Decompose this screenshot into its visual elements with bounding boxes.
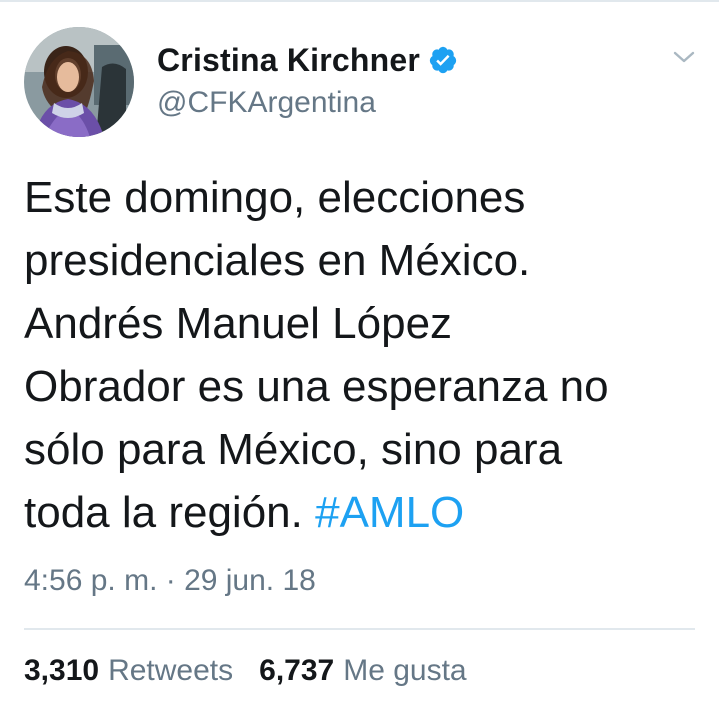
hashtag-link[interactable]: #AMLO bbox=[315, 488, 464, 537]
tweet-text-line: Andrés Manuel López bbox=[24, 299, 453, 348]
tweet-timestamp[interactable]: 4:56 p. m. · 29 jun. 18 bbox=[24, 564, 316, 598]
tweet-text-line: presidenciales en México. bbox=[24, 236, 531, 285]
tweet-text: Este domingo, elecciones presidenciales … bbox=[24, 166, 704, 544]
engagement-stats: 3,310 Retweets 6,737 Me gusta bbox=[24, 654, 467, 688]
tweet-card: Cristina Kirchner @CFKArgentina Este dom… bbox=[0, 0, 719, 712]
author-display-name[interactable]: Cristina Kirchner bbox=[157, 42, 420, 79]
retweets-stat[interactable]: 3,310 Retweets bbox=[24, 654, 233, 688]
tweet-text-line: Este domingo, elecciones bbox=[24, 173, 526, 222]
tweet-text-line: sólo para México, sino para bbox=[24, 425, 563, 474]
retweets-label: Retweets bbox=[108, 654, 234, 687]
likes-stat[interactable]: 6,737 Me gusta bbox=[259, 654, 466, 688]
tweet-text-line: Obrador es una esperanza no bbox=[24, 362, 609, 411]
likes-label: Me gusta bbox=[343, 654, 467, 687]
author-name-row[interactable]: Cristina Kirchner bbox=[157, 38, 458, 82]
verified-badge-icon bbox=[429, 46, 457, 74]
likes-count: 6,737 bbox=[259, 654, 335, 687]
stats-divider bbox=[24, 628, 695, 630]
tweet-text-line: toda la región. bbox=[24, 488, 303, 537]
tweet-text-last-line: toda la región. #AMLO bbox=[24, 481, 704, 544]
avatar[interactable] bbox=[24, 27, 134, 137]
chevron-down-icon[interactable] bbox=[672, 48, 696, 66]
author-handle[interactable]: @CFKArgentina bbox=[157, 86, 376, 120]
retweets-count: 3,310 bbox=[24, 654, 100, 687]
top-divider bbox=[0, 0, 719, 2]
profile-photo bbox=[24, 27, 134, 137]
